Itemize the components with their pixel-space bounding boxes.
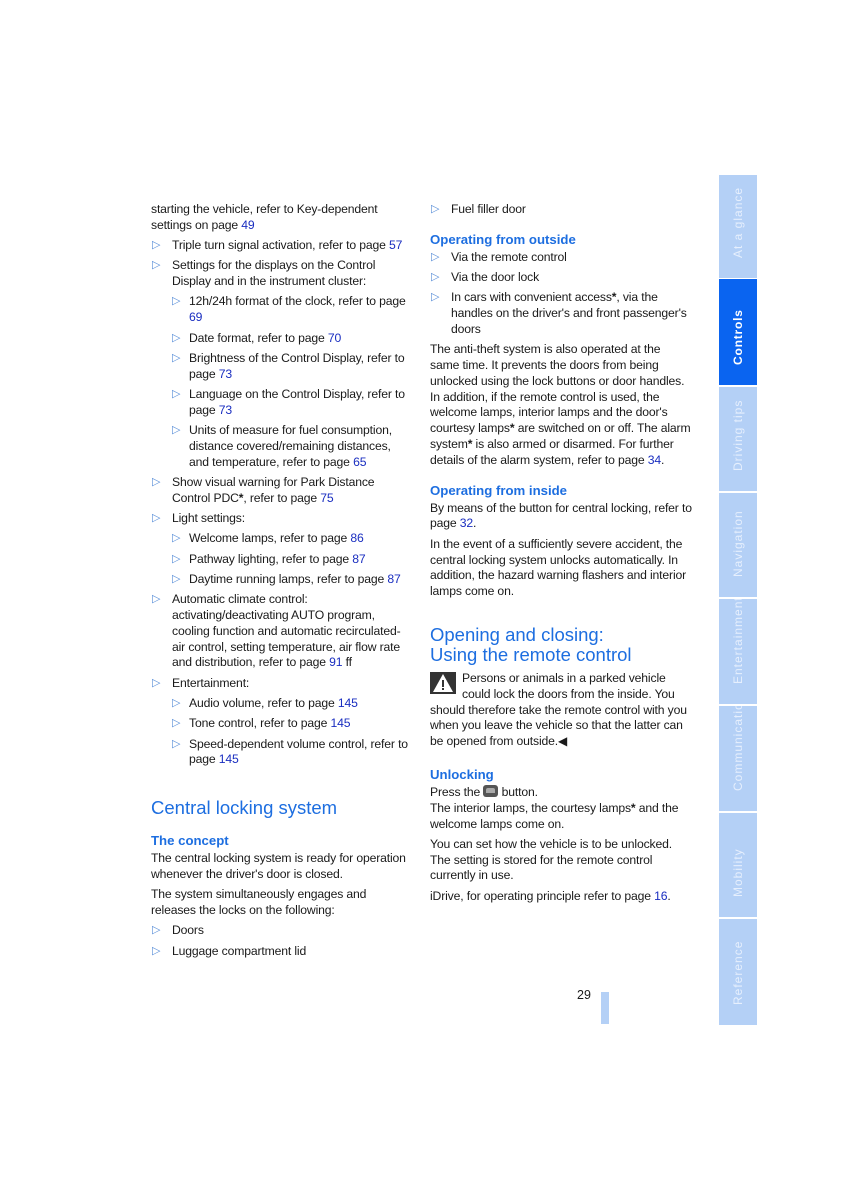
- bullet-triangle-icon: ▷: [172, 697, 181, 710]
- page-link[interactable]: 87: [352, 552, 365, 566]
- unlock-lamps-text: The interior lamps, the courtesy lamps* …: [430, 800, 679, 831]
- left-column: starting the vehicle, refer to Key-depen…: [151, 202, 413, 964]
- list-item: ▷ Via the remote control: [431, 249, 567, 264]
- list-item: ▷ Via the door lock: [431, 270, 540, 285]
- bullet-triangle-icon: ▷: [172, 717, 181, 730]
- sub-list-item: ▷ Tone control, refer to page 145: [172, 716, 351, 731]
- unlocking-heading: Unlocking: [430, 766, 494, 782]
- bullet-triangle-icon: ▷: [431, 203, 440, 215]
- warning-triangle-icon: [430, 671, 456, 694]
- page-number: 29: [577, 988, 591, 1002]
- outside-heading: Operating from outside: [430, 231, 576, 247]
- bullet-triangle-icon: ▷: [152, 239, 161, 252]
- tab-entertainment[interactable]: Entertainment: [719, 599, 757, 704]
- bullet-triangle-icon: ▷: [152, 924, 161, 937]
- page-link[interactable]: 145: [330, 716, 350, 730]
- bullet-triangle-icon: ▷: [431, 271, 440, 284]
- bullet-triangle-icon: ▷: [172, 295, 181, 308]
- intro-paragraph: starting the vehicle, refer to Key-depen…: [151, 202, 378, 232]
- list-item: ▷ Entertainment:: [152, 675, 250, 690]
- sub-list-item: ▷ Welcome lamps, refer to page 86: [172, 531, 364, 546]
- list-item: ▷ Fuel filler door: [431, 202, 526, 216]
- bullet-triangle-icon: ▷: [152, 593, 161, 606]
- bullet-triangle-icon: ▷: [172, 387, 181, 400]
- list-item: ▷ In cars with convenient access*, via th…: [431, 290, 687, 336]
- right-column: ▷ Fuel filler door Operating from outside…: [430, 202, 692, 909]
- page-link[interactable]: 69: [189, 310, 202, 324]
- page-link[interactable]: 75: [320, 491, 333, 505]
- list-item: ▷ Settings for the displays on the Contro…: [152, 258, 376, 289]
- bullet-triangle-icon: ▷: [431, 250, 440, 263]
- page-link[interactable]: 57: [389, 238, 402, 252]
- bullet-triangle-icon: ▷: [152, 475, 161, 488]
- list-item: ▷ Triple turn signal activation, refer to…: [152, 238, 403, 253]
- tab-reference[interactable]: Reference: [719, 919, 757, 1025]
- tab-navigation[interactable]: Navigation: [719, 493, 757, 597]
- bullet-triangle-icon: ▷: [172, 572, 181, 585]
- page-link[interactable]: 86: [350, 531, 363, 545]
- page-link[interactable]: 16: [654, 889, 667, 903]
- section-title: Central locking system: [151, 797, 338, 819]
- idrive-text: iDrive, for operating principle refer to…: [430, 888, 671, 903]
- sub-list-item: ▷ 12h/24h format of the clock, refer to p…: [172, 294, 406, 325]
- sub-list-item: ▷ Language on the Control Display, refer …: [172, 386, 405, 417]
- page-link[interactable]: 65: [353, 455, 366, 469]
- tab-communications[interactable]: Communications: [719, 706, 757, 811]
- sub-list-item: ▷ Speed-dependent volume control, refer t…: [172, 736, 408, 767]
- bullet-triangle-icon: ▷: [152, 512, 161, 525]
- bullet-triangle-icon: ▷: [152, 259, 161, 272]
- end-mark-icon: ◀: [558, 734, 568, 749]
- page-link[interactable]: 145: [219, 752, 239, 766]
- bullet-triangle-icon: ▷: [152, 944, 161, 957]
- inside-paragraph: By means of the button for central locki…: [430, 500, 692, 531]
- tab-driving-tips[interactable]: Driving tips: [719, 387, 757, 491]
- sub-list-item: ▷ Daytime running lamps, refer to page 87: [172, 571, 401, 586]
- page-link[interactable]: 32: [460, 516, 473, 530]
- page-link[interactable]: 70: [328, 331, 341, 345]
- sub-list-item: ▷ Units of measure for fuel consumption, …: [172, 423, 392, 469]
- page-number-bar: [601, 992, 609, 1024]
- list-item: ▷ Automatic climate control: activating/d…: [152, 592, 401, 670]
- bullet-triangle-icon: ▷: [172, 532, 181, 545]
- tab-controls[interactable]: Controls: [719, 279, 757, 385]
- page-link[interactable]: 91: [329, 655, 342, 669]
- page-link[interactable]: 87: [387, 572, 400, 586]
- list-item: ▷ Show visual warning for Park Distance C…: [152, 474, 375, 505]
- bullet-triangle-icon: ▷: [431, 291, 440, 304]
- unlock-setting-text: You can set how the vehicle is to be unl…: [430, 836, 672, 883]
- bullet-triangle-icon: ▷: [172, 351, 181, 364]
- sub-list-item: ▷ Audio volume, refer to page 145: [172, 696, 358, 711]
- inside-heading: Operating from inside: [430, 482, 568, 498]
- tab-at-a-glance[interactable]: At a glance: [719, 175, 757, 278]
- page-link[interactable]: 145: [338, 696, 358, 710]
- list-item: ▷ Doors: [152, 923, 204, 938]
- bullet-triangle-icon: ▷: [172, 331, 181, 344]
- page-link[interactable]: 73: [219, 367, 232, 381]
- sub-list-item: ▷ Brightness of the Control Display, refe…: [172, 350, 405, 381]
- antitheft-paragraph: The anti-theft system is also operated a…: [430, 342, 691, 467]
- bullet-triangle-icon: ▷: [172, 737, 181, 750]
- page-link[interactable]: 34: [648, 453, 661, 467]
- bullet-triangle-icon: ▷: [172, 552, 181, 565]
- warning-note: Persons or animals in a parked vehicle c…: [430, 670, 687, 749]
- list-item: ▷ Luggage compartment lid: [152, 943, 307, 958]
- remote-unlock-button-icon: [483, 784, 499, 797]
- page-link[interactable]: 73: [219, 403, 232, 417]
- sub-list-item: ▷ Date format, refer to page 70: [172, 330, 342, 345]
- tab-mobility[interactable]: Mobility: [719, 813, 757, 917]
- page-link[interactable]: 49: [241, 218, 254, 232]
- concept-paragraph: The system simultaneously engages and re…: [151, 887, 367, 918]
- inside-paragraph: In the event of a sufficiently severe ac…: [430, 536, 687, 599]
- remote-section-title: Opening and closing: Using the remote con…: [430, 623, 632, 665]
- sub-list-item: ▷ Pathway lighting, refer to page 87: [172, 551, 366, 566]
- concept-heading: The concept: [151, 833, 229, 849]
- list-item: ▷ Light settings:: [152, 511, 245, 526]
- bullet-triangle-icon: ▷: [152, 676, 161, 689]
- bullet-triangle-icon: ▷: [172, 424, 181, 437]
- concept-paragraph: The central locking system is ready for …: [151, 851, 406, 881]
- unlock-press-text: Press the button.: [430, 784, 538, 799]
